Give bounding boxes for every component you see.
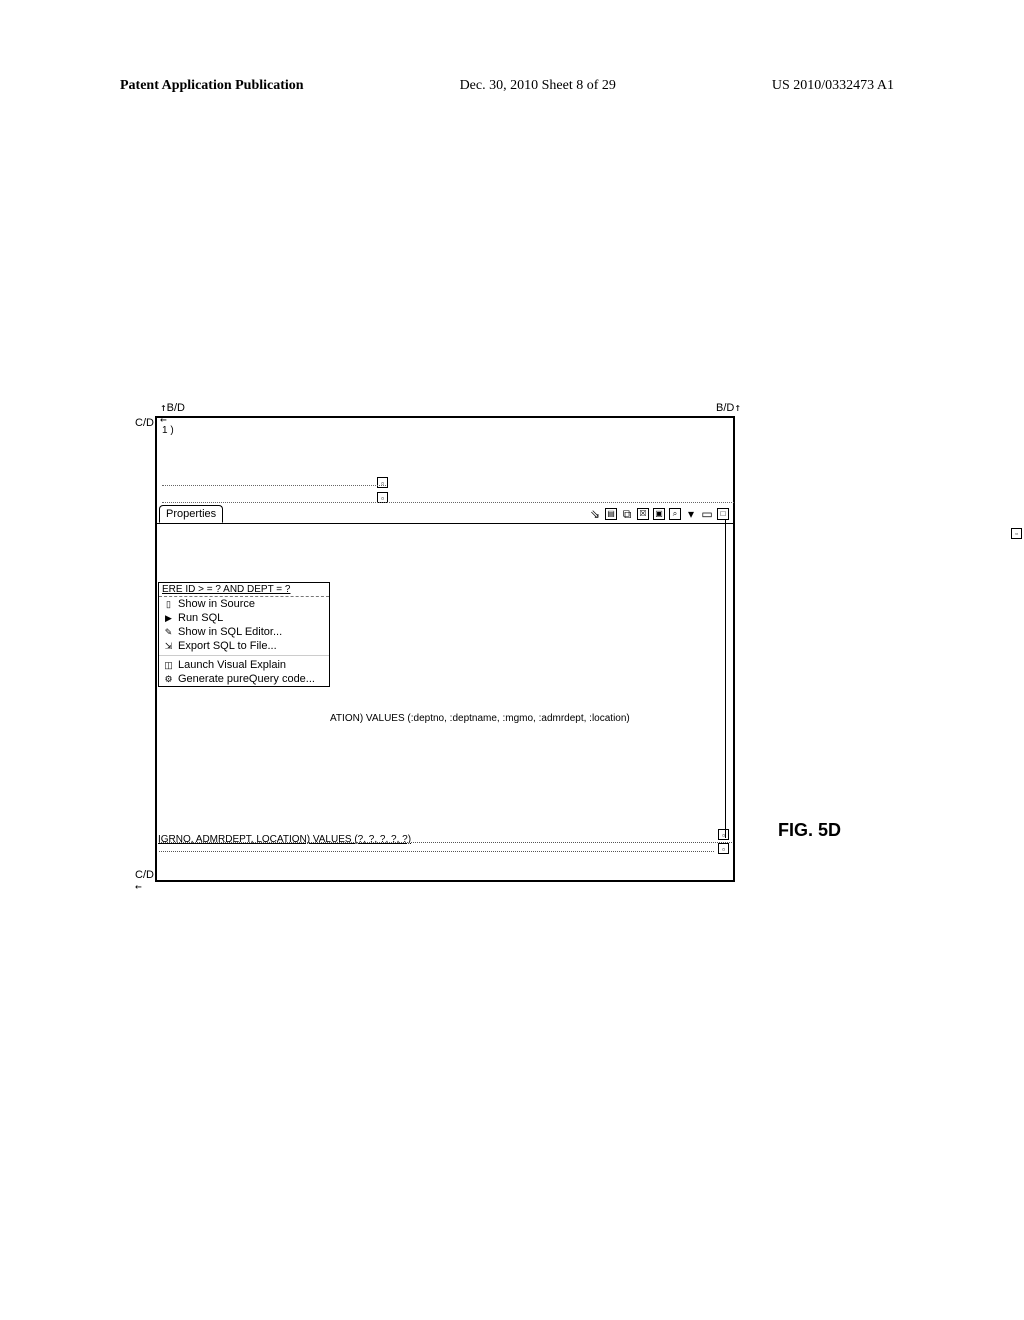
divider — [162, 485, 386, 486]
figure-label: FIG. 5D — [778, 820, 841, 841]
menu-export-sql[interactable]: ⇲ Export SQL to File... — [159, 639, 329, 653]
divider — [162, 502, 734, 503]
marker-icon: ▫ — [1011, 528, 1022, 539]
page-icon[interactable]: ▤ — [605, 508, 617, 520]
menu-label: Export SQL to File... — [178, 640, 277, 652]
menu-label: Run SQL — [178, 612, 223, 624]
menu-launch-visual-explain[interactable]: ◫ Launch Visual Explain — [159, 655, 329, 672]
divider — [159, 842, 732, 843]
properties-toolbar: ⇘ ▤ ⧉ ☒ ▣ ⌕ ▾ ▭ □ — [589, 508, 729, 520]
marker-icon: ▫ — [377, 477, 388, 488]
menu-label: Generate pureQuery code... — [178, 673, 315, 685]
query-text-fragment: ATION) VALUES (:deptno, :deptname, :mgmo… — [330, 713, 630, 724]
tab-properties[interactable]: Properties — [159, 505, 223, 523]
corner-bot-left: C/D ← — [135, 870, 154, 893]
maximize-icon[interactable]: □ — [717, 508, 729, 520]
pub-number: US 2010/0332473 A1 — [772, 78, 894, 94]
zoom-icon[interactable]: ⌕ — [669, 508, 681, 520]
properties-tabbar: Properties ⇘ ▤ ⧉ ☒ ▣ ⌕ ▾ ▭ □ — [157, 506, 733, 524]
corner-label-ml: C/D — [135, 417, 154, 429]
menu-label: Show in SQL Editor... — [178, 626, 282, 638]
marker-icon: ▫ — [718, 843, 729, 854]
corner-top-right: B/D↑ — [716, 402, 741, 414]
sheet-info: Dec. 30, 2010 Sheet 8 of 29 — [460, 78, 616, 94]
menu-run-sql[interactable]: ▶ Run SQL — [159, 611, 329, 625]
menu-generate-purequery[interactable]: ⚙ Generate pureQuery code... — [159, 672, 329, 686]
marker-icon: ▫ — [718, 829, 729, 840]
corner-mid-left: C/D — [135, 418, 154, 429]
db-icon[interactable]: ▣ — [653, 508, 665, 520]
arrow-up-icon: ↑ — [734, 402, 741, 413]
doc-icon: ▯ — [163, 599, 174, 610]
context-menu: ERE ID > = ? AND DEPT = ? ▯ Show in Sour… — [158, 582, 330, 687]
menu-show-in-source[interactable]: ▯ Show in Source — [159, 597, 329, 611]
code-line-1: 1 ) — [162, 425, 174, 436]
visual-icon: ◫ — [163, 660, 174, 671]
run-icon: ▶ — [163, 613, 174, 624]
x-icon[interactable]: ☒ — [637, 508, 649, 520]
menu-label: Show in Source — [178, 598, 255, 610]
arrow-left-icon: ← — [135, 881, 142, 892]
corner-label-tl: B/D — [167, 402, 185, 414]
pub-title: Patent Application Publication — [120, 78, 304, 94]
gen-icon: ⚙ — [163, 674, 174, 685]
scrollbar-track[interactable] — [725, 520, 733, 838]
divider — [159, 851, 714, 852]
menu-label: Launch Visual Explain — [178, 659, 286, 671]
code-fragment-bottom: IGRNO, ADMRDEPT, LOCATION) VALUES (?, ?,… — [158, 829, 733, 879]
tree-icon[interactable]: ⧉ — [621, 508, 633, 520]
edit-icon: ✎ — [163, 627, 174, 638]
corner-label-tr: B/D — [716, 402, 734, 414]
sql-fragment: IGRNO, ADMRDEPT, LOCATION) VALUES (?, ?,… — [158, 834, 411, 845]
chevron-down-icon[interactable]: ▾ — [685, 508, 697, 520]
menu-show-sql-editor[interactable]: ✎ Show in SQL Editor... — [159, 625, 329, 639]
minimize-icon[interactable]: ▭ — [701, 508, 713, 520]
export-icon: ⇲ — [163, 641, 174, 652]
context-menu-header: ERE ID > = ? AND DEPT = ? — [159, 583, 329, 597]
page-header: Patent Application Publication Dec. 30, … — [0, 78, 1024, 94]
pin-icon[interactable]: ⇘ — [589, 508, 601, 520]
arrow-up-icon: ↑ — [160, 402, 167, 413]
